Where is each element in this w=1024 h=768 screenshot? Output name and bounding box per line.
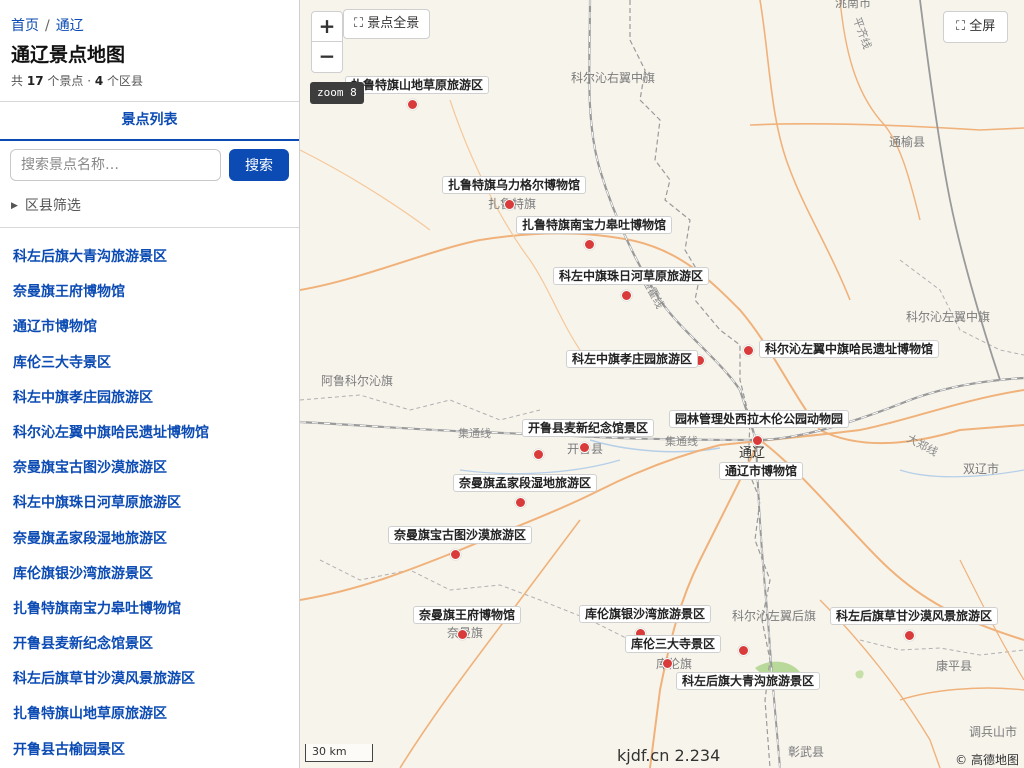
tab-spot-list[interactable]: 景点列表 bbox=[0, 101, 299, 141]
spot-list-item[interactable]: 科尔沁左翼中旗哈民遗址博物馆 bbox=[13, 416, 209, 451]
search-button[interactable]: 搜索 bbox=[229, 149, 289, 181]
place-label: 通榆县 bbox=[889, 135, 926, 149]
breadcrumb: 首页 / 通辽 bbox=[11, 15, 84, 35]
poi-marker[interactable] bbox=[742, 344, 754, 356]
stats-prefix: 共 bbox=[11, 74, 24, 88]
search-input[interactable] bbox=[10, 149, 221, 181]
place-label: 双辽市 bbox=[963, 462, 1000, 476]
poi-label[interactable]: 通辽市博物馆 bbox=[719, 462, 804, 480]
disclosure-triangle-icon: ▶ bbox=[11, 201, 18, 211]
spot-list-item[interactable]: 奈曼旗王府博物馆 bbox=[13, 275, 209, 310]
place-label: 科尔沁左翼后旗 bbox=[732, 609, 817, 623]
zoom-level-badge: zoom 8 bbox=[310, 82, 364, 104]
poi-label[interactable]: 奈曼旗王府博物馆 bbox=[413, 606, 522, 624]
breadcrumb-separator: / bbox=[45, 18, 50, 34]
poi-marker[interactable] bbox=[903, 629, 915, 641]
spot-list-item[interactable]: 奈曼旗孟家段湿地旅游区 bbox=[13, 522, 209, 557]
fullscreen-button[interactable]: ⛶ 全屏 bbox=[943, 11, 1009, 43]
poi-label[interactable]: 开鲁县麦新纪念馆景区 bbox=[522, 419, 655, 437]
poi-label[interactable]: 科左中旗孝庄园旅游区 bbox=[566, 350, 699, 368]
spot-list-item[interactable]: 开鲁县古榆园景区 bbox=[13, 733, 209, 768]
zoom-in-button[interactable]: + bbox=[312, 12, 342, 42]
zoom-control: + − bbox=[311, 11, 343, 73]
poi-marker[interactable] bbox=[449, 548, 461, 560]
district-filter-label: 区县筛选 bbox=[24, 198, 81, 214]
spot-list-item[interactable]: 科左中旗珠日河草原旅游区 bbox=[13, 486, 209, 521]
poi-label[interactable]: 库伦三大寺景区 bbox=[625, 635, 722, 653]
poi-marker[interactable] bbox=[620, 289, 632, 301]
poi-marker[interactable] bbox=[661, 657, 673, 669]
poi-label[interactable]: 奈曼旗宝古图沙漠旅游区 bbox=[388, 526, 533, 544]
overview-button[interactable]: ⛶ 景点全景 bbox=[343, 9, 431, 39]
poi-label[interactable]: 园林管理处西拉木伦公园动物园 bbox=[669, 410, 850, 428]
poi-marker[interactable] bbox=[406, 98, 418, 110]
sidebar: 首页 / 通辽 通辽景点地图 共 17 个景点 · 4 个区县 景点列表 搜索 ▶ 区… bbox=[0, 0, 300, 768]
spot-list-item[interactable]: 库伦三大寺景区 bbox=[13, 346, 209, 381]
poi-marker[interactable] bbox=[532, 448, 544, 460]
map-attribution: © 高德地图 bbox=[955, 753, 1019, 767]
spot-list-item[interactable]: 科左后旗草甘沙漠风景旅游区 bbox=[13, 662, 209, 697]
place-label: 阿鲁科尔沁旗 bbox=[321, 374, 394, 388]
poi-marker[interactable] bbox=[737, 644, 749, 656]
spot-list-item[interactable]: 科左后旗大青沟旅游景区 bbox=[13, 240, 209, 275]
district-filter-toggle[interactable]: ▶ 区县筛选 bbox=[11, 195, 81, 215]
stats-spot-unit: 个景点 · bbox=[47, 74, 92, 88]
place-label: 科尔沁左翼中旗 bbox=[906, 310, 991, 324]
place-label: 调兵山市 bbox=[969, 725, 1018, 739]
poi-label[interactable]: 库伦旗银沙湾旅游景区 bbox=[579, 605, 712, 623]
place-label: 康平县 bbox=[936, 659, 973, 673]
spot-list-item[interactable]: 库伦旗银沙湾旅游景区 bbox=[13, 557, 209, 592]
breadcrumb-current-link[interactable]: 通辽 bbox=[56, 18, 84, 34]
map-view[interactable]: 洮南市 科尔沁右翼中旗 通榆县 扎鲁特旗 科尔沁左翼中旗 阿鲁科尔沁旗 开鲁县 … bbox=[300, 0, 1024, 768]
poi-label[interactable]: 扎鲁特旗山地草原旅游区 bbox=[345, 76, 490, 94]
poi-label[interactable]: 科左后旗大青沟旅游景区 bbox=[676, 672, 821, 690]
divider bbox=[0, 227, 299, 228]
spot-list-item[interactable]: 扎鲁特旗山地草原旅游区 bbox=[13, 697, 209, 732]
scale-bar: 30 km bbox=[305, 744, 373, 762]
poi-marker[interactable] bbox=[578, 441, 590, 453]
page-title: 通辽景点地图 bbox=[11, 44, 126, 66]
poi-label[interactable]: 科尔沁左翼中旗哈民遗址博物馆 bbox=[759, 340, 940, 358]
poi-label[interactable]: 科左后旗草甘沙漠风景旅游区 bbox=[830, 607, 999, 625]
stats-line: 共 17 个景点 · 4 个区县 bbox=[11, 72, 143, 89]
version-label: kjdf.cn 2.234 bbox=[617, 746, 721, 765]
poi-label[interactable]: 扎鲁特旗南宝力皋吐博物馆 bbox=[516, 216, 673, 234]
rail-label: 集通线 bbox=[458, 427, 491, 440]
spot-list-item[interactable]: 奈曼旗宝古图沙漠旅游区 bbox=[13, 451, 209, 486]
spot-list-item[interactable]: 科左中旗孝庄园旅游区 bbox=[13, 381, 209, 416]
poi-marker[interactable] bbox=[583, 238, 595, 250]
poi-label[interactable]: 科左中旗珠日河草原旅游区 bbox=[553, 267, 710, 285]
place-label: 通辽 bbox=[739, 446, 766, 461]
place-label: 彰武县 bbox=[788, 745, 825, 759]
spot-list-item[interactable]: 扎鲁特旗南宝力皋吐博物馆 bbox=[13, 592, 209, 627]
poi-label[interactable]: 奈曼旗孟家段湿地旅游区 bbox=[453, 474, 598, 492]
stats-district-unit: 个区县 bbox=[107, 74, 144, 88]
poi-marker[interactable] bbox=[514, 496, 526, 508]
place-label: 科尔沁右翼中旗 bbox=[571, 71, 656, 85]
poi-marker[interactable] bbox=[503, 198, 515, 210]
stats-spot-count: 17 bbox=[26, 74, 44, 88]
stats-district-count: 4 bbox=[94, 74, 104, 88]
poi-marker[interactable] bbox=[456, 628, 468, 640]
poi-marker[interactable] bbox=[751, 434, 763, 446]
spot-list-item[interactable]: 通辽市博物馆 bbox=[13, 310, 209, 345]
breadcrumb-home-link[interactable]: 首页 bbox=[11, 18, 39, 34]
zoom-out-button[interactable]: − bbox=[312, 42, 342, 72]
rail-label: 集通线 bbox=[665, 435, 698, 448]
place-label: 洮南市 bbox=[835, 0, 872, 10]
spot-list-item[interactable]: 开鲁县麦新纪念馆景区 bbox=[13, 627, 209, 662]
spot-list: 科左后旗大青沟旅游景区 奈曼旗王府博物馆 通辽市博物馆 库伦三大寺景区 科左中旗孝庄园旅… bbox=[13, 240, 209, 768]
poi-label[interactable]: 扎鲁特旗乌力格尔博物馆 bbox=[442, 176, 587, 194]
